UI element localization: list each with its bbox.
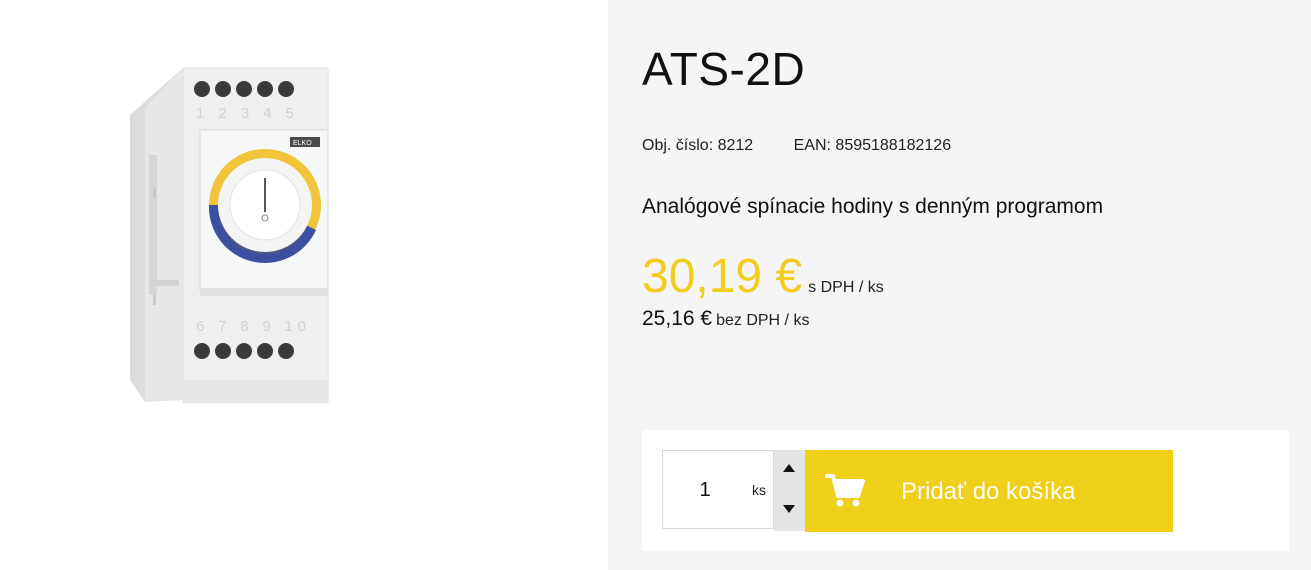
triangle-up-icon xyxy=(783,464,795,472)
price-without-vat: 25,16 € bez DPH / ks xyxy=(642,307,809,331)
quantity-unit: ks xyxy=(752,482,766,498)
quantity-increment-button[interactable] xyxy=(774,450,805,490)
price-without-vat-amount: 25,16 € xyxy=(642,307,713,330)
quantity-decrement-button[interactable] xyxy=(774,491,805,531)
product-title: ATS-2D xyxy=(642,43,806,95)
price-with-vat: 30,19 € s DPH / ks xyxy=(642,248,884,306)
quantity-input[interactable] xyxy=(673,476,737,504)
add-to-cart-label: Pridať do košíka xyxy=(901,478,1076,505)
add-to-cart-panel: ks Pridať do košíka xyxy=(642,430,1289,551)
add-to-cart-button[interactable]: Pridať do košíka xyxy=(805,450,1173,532)
product-image-area: 1 2 3 4 5 ELKO 6 7 8 9 10 xyxy=(0,0,608,570)
price-with-vat-amount: 30,19 € xyxy=(642,250,803,303)
product-codes: Obj. číslo: 8212 EAN: 8595188182126 xyxy=(642,137,951,155)
product-image: 1 2 3 4 5 ELKO 6 7 8 9 10 xyxy=(130,67,329,404)
brand-mark: ELKO xyxy=(293,140,312,147)
product-description: Analógové spínacie hodiny s denným progr… xyxy=(642,195,1104,218)
triangle-down-icon xyxy=(783,505,795,513)
price-with-vat-unit: s DPH / ks xyxy=(808,279,884,296)
quantity-stepper xyxy=(774,450,805,531)
ean-code: EAN: 8595188182126 xyxy=(793,137,952,154)
top-terminal-numbers: 1 2 3 4 5 xyxy=(196,105,294,122)
quantity-field: ks xyxy=(662,450,774,529)
order-number: Obj. číslo: 8212 xyxy=(642,137,754,154)
shopping-cart-icon xyxy=(825,474,865,507)
price-without-vat-unit: bez DPH / ks xyxy=(716,312,810,329)
